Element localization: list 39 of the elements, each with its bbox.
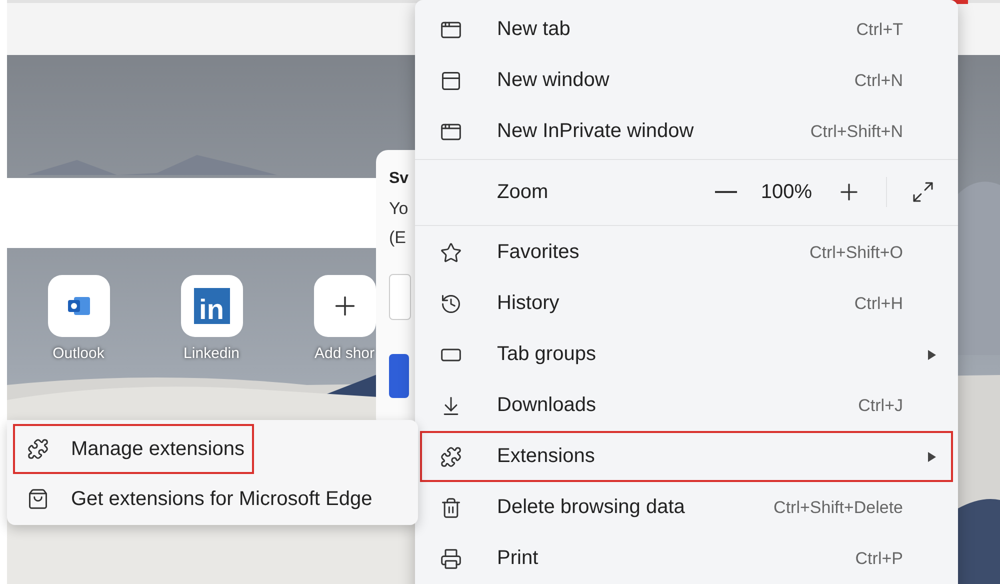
mail-logo-icon — [66, 294, 92, 318]
menu-item[interactable]: History Ctrl+H — [420, 278, 953, 329]
submenu-arrow-icon — [927, 348, 937, 360]
submenu-arrow-icon — [927, 450, 937, 462]
menu-item[interactable]: New window Ctrl+N — [420, 55, 953, 106]
shortcut-label: Linkedin — [184, 345, 240, 362]
zoom-value: 100% — [760, 180, 812, 204]
history-icon — [440, 292, 462, 314]
card-text: (E — [389, 227, 406, 249]
star-icon — [440, 242, 462, 264]
trash-icon — [440, 496, 462, 518]
shortcut-label: Outlook — [52, 345, 104, 362]
card-title: Sv — [389, 170, 409, 188]
zoom-label: Zoom — [497, 180, 548, 204]
menu-item[interactable]: Extensions — [420, 431, 953, 482]
menu-item[interactable]: Print Ctrl+P — [420, 533, 953, 584]
expand-icon — [911, 180, 935, 204]
bag-icon — [27, 488, 49, 510]
puzzle-icon — [27, 438, 49, 460]
card-text: Yo — [389, 198, 408, 220]
logo-text: in — [194, 288, 230, 324]
shortcut-tile[interactable] — [314, 275, 376, 337]
submenu-item[interactable]: Manage extensions — [13, 424, 254, 474]
menu-item[interactable]: New tab Ctrl+T — [420, 4, 953, 55]
shortcut-tile[interactable] — [48, 275, 110, 337]
puzzle-icon — [440, 446, 462, 468]
window-icon — [440, 70, 462, 92]
shortcut-tile[interactable]: in — [180, 275, 242, 337]
input-field[interactable] — [389, 274, 411, 320]
menu-item[interactable]: New InPrivate window Ctrl+Shift+N — [420, 106, 953, 157]
menu-item[interactable]: Favorites Ctrl+Shift+O — [420, 227, 953, 278]
minus-icon — [714, 191, 737, 193]
shortcut-label: Add shor — [314, 345, 375, 362]
menu-item[interactable]: Tab groups — [420, 329, 953, 380]
submenu-item[interactable]: Get extensions for Microsoft Edge — [13, 474, 382, 524]
search-field[interactable] — [7, 178, 376, 248]
printer-icon — [440, 548, 462, 570]
menu-item[interactable]: Delete browsing data Ctrl+Shift+Delete — [420, 482, 953, 533]
menu-item[interactable]: Downloads Ctrl+J — [420, 380, 953, 431]
